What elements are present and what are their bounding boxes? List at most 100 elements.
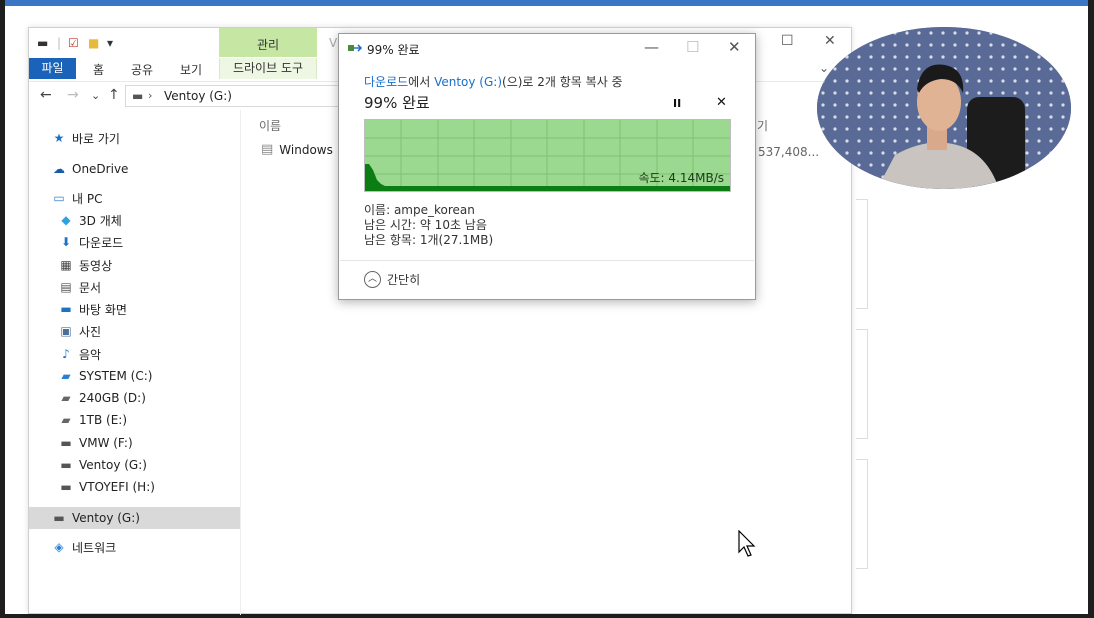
tab-share[interactable]: 공유	[131, 61, 153, 78]
file-icon: ▤	[261, 142, 274, 157]
tab-drive-tools[interactable]: 드라이브 도구	[219, 58, 317, 79]
usb-drive-icon: ▬	[60, 436, 72, 450]
sidebar-item-network[interactable]: ◈ 네트워크	[51, 536, 116, 558]
sidebar-item-label: 문서	[79, 280, 102, 295]
presenter-video	[817, 27, 1071, 189]
sidebar-item-ventoy-g[interactable]: ▬ Ventoy (G:)	[58, 454, 147, 476]
star-icon: ★	[53, 131, 65, 145]
breadcrumb-chevron-icon[interactable]: ›	[148, 89, 152, 102]
navigation-pane: ★ 바로 가기 ☁ OneDrive ▭ 내 PC ◆ 3D 개체 ⬇ 다운로드…	[29, 110, 241, 615]
maximize-button: ☐	[686, 38, 700, 56]
speed-graph: 속도: 4.14MB/s	[364, 119, 731, 192]
quick-access-dropdown-icon[interactable]: ▾	[107, 36, 113, 50]
cube-icon: ◆	[61, 213, 71, 227]
address-path: Ventoy (G:)	[164, 89, 232, 103]
cancel-button[interactable]: ✕	[716, 95, 727, 110]
video-icon: ▦	[60, 258, 72, 272]
sidebar-item-vtoyefi-h[interactable]: ▬ VTOYEFI (H:)	[58, 476, 155, 498]
sidebar-item-onedrive[interactable]: ☁ OneDrive	[51, 158, 128, 180]
file-name: Windows	[279, 142, 333, 157]
dialog-title: 99% 완료	[367, 43, 420, 57]
sidebar-item-downloads[interactable]: ⬇ 다운로드	[58, 231, 123, 253]
network-icon: ◈	[54, 540, 64, 554]
sidebar-item-label: Ventoy (G:)	[79, 458, 147, 472]
sidebar-item-240gb-d[interactable]: ▰ 240GB (D:)	[58, 387, 146, 409]
column-header-size[interactable]: 기	[757, 117, 768, 134]
tab-file[interactable]: 파일	[29, 58, 76, 79]
sidebar-item-label: VMW (F:)	[79, 436, 133, 450]
webcam-overlay	[817, 27, 1071, 189]
sidebar-item-label: 음악	[79, 347, 102, 362]
sidebar-item-label: 사진	[79, 324, 102, 339]
pause-button[interactable]: II	[673, 97, 681, 110]
minimize-button[interactable]: —	[644, 38, 659, 56]
up-button[interactable]: ↑	[108, 87, 120, 103]
sidebar-item-label: SYSTEM (C:)	[79, 369, 153, 383]
new-folder-icon[interactable]: ■	[88, 36, 99, 50]
sidebar-item-system-c[interactable]: ▰ SYSTEM (C:)	[58, 365, 152, 387]
sidebar-item-desktop[interactable]: ▬ 바탕 화면	[58, 298, 127, 320]
back-button[interactable]: ←	[40, 87, 52, 103]
fewer-details-toggle[interactable]: ︿ 간단히	[364, 271, 420, 288]
picture-icon: ▣	[60, 324, 72, 338]
top-accent-bar	[5, 0, 1088, 6]
tab-home[interactable]: 홈	[93, 61, 104, 78]
forward-button[interactable]: →	[67, 87, 79, 103]
column-header-name[interactable]: 이름	[259, 117, 281, 134]
sidebar-item-videos[interactable]: ▦ 동영상	[58, 254, 112, 276]
properties-icon[interactable]: ☑	[68, 36, 79, 50]
sidebar-item-label: 1TB (E:)	[79, 413, 127, 427]
sidebar-item-label: 동영상	[79, 258, 113, 273]
sidebar-item-pictures[interactable]: ▣ 사진	[58, 320, 101, 342]
sidebar-item-vmw-f[interactable]: ▬ VMW (F:)	[58, 432, 133, 454]
close-button[interactable]: ✕	[728, 38, 741, 56]
drive-icon: ▰	[61, 391, 71, 405]
background-card	[856, 459, 868, 569]
recent-locations-button[interactable]: ⌄	[91, 89, 100, 102]
file-size: 537,408...	[758, 145, 820, 159]
sidebar-item-quick-access[interactable]: ★ 바로 가기	[51, 127, 120, 149]
speed-label: 속도: 4.14MB/s	[638, 171, 724, 185]
sidebar-item-label: 240GB (D:)	[79, 391, 146, 405]
copy-description: 다운로드에서 Ventoy (G:)(으)로 2개 항목 복사 중	[364, 73, 623, 90]
sidebar-item-documents[interactable]: ▤ 문서	[58, 276, 101, 298]
drive-icon: ▬	[132, 89, 144, 103]
sidebar-item-ventoy-g-selected[interactable]: ▬ Ventoy (G:)	[29, 507, 240, 529]
usb-drive-icon: ▬	[53, 511, 65, 525]
close-button[interactable]: ✕	[824, 33, 836, 49]
items-remaining-line: 남은 항목: 1개(27.1MB)	[364, 233, 494, 247]
copy-desc-from: 에서	[408, 75, 435, 89]
dialog-divider	[340, 260, 754, 261]
sidebar-item-this-pc[interactable]: ▭ 내 PC	[51, 187, 102, 209]
cloud-icon: ☁	[53, 162, 65, 176]
document-icon: ▤	[60, 280, 72, 294]
sidebar-item-label: 바탕 화면	[79, 302, 127, 317]
desktop-icon: ▬	[60, 302, 72, 316]
music-icon: ♪	[62, 347, 70, 361]
background-window-edge	[856, 189, 868, 614]
sidebar-item-3d-objects[interactable]: ◆ 3D 개체	[58, 209, 122, 231]
destination-link[interactable]: Ventoy (G:)	[434, 75, 502, 89]
sidebar-item-label: 다운로드	[79, 235, 124, 250]
file-row[interactable]: ▤ Windows	[261, 142, 333, 157]
sidebar-item-1tb-e[interactable]: ▰ 1TB (E:)	[58, 409, 127, 431]
sidebar-item-label: 3D 개체	[79, 213, 122, 228]
maximize-button[interactable]: ☐	[781, 33, 794, 49]
ribbon-expand-icon[interactable]: ⌄	[819, 61, 829, 75]
drive-icon: ▰	[61, 413, 71, 427]
system-drive-icon: ▰	[61, 369, 71, 383]
source-link[interactable]: 다운로드	[364, 75, 408, 89]
computer-icon: ▭	[53, 191, 65, 205]
copy-desc-to: (으)로 2개 항목 복사 중	[502, 75, 623, 89]
sidebar-item-music[interactable]: ♪ 음악	[58, 343, 101, 365]
fewer-details-label: 간단히	[387, 273, 421, 287]
sidebar-item-label: 내 PC	[72, 191, 103, 206]
sidebar-item-label: Ventoy (G:)	[72, 511, 140, 525]
background-card	[856, 199, 868, 309]
sidebar-item-label: 네트워크	[72, 540, 117, 555]
percent-complete: 99% 완료	[364, 94, 430, 112]
sidebar-item-label: 바로 가기	[72, 131, 120, 146]
separator: |	[57, 36, 62, 50]
drive-icon: ▬	[37, 36, 49, 50]
tab-view[interactable]: 보기	[180, 61, 202, 78]
